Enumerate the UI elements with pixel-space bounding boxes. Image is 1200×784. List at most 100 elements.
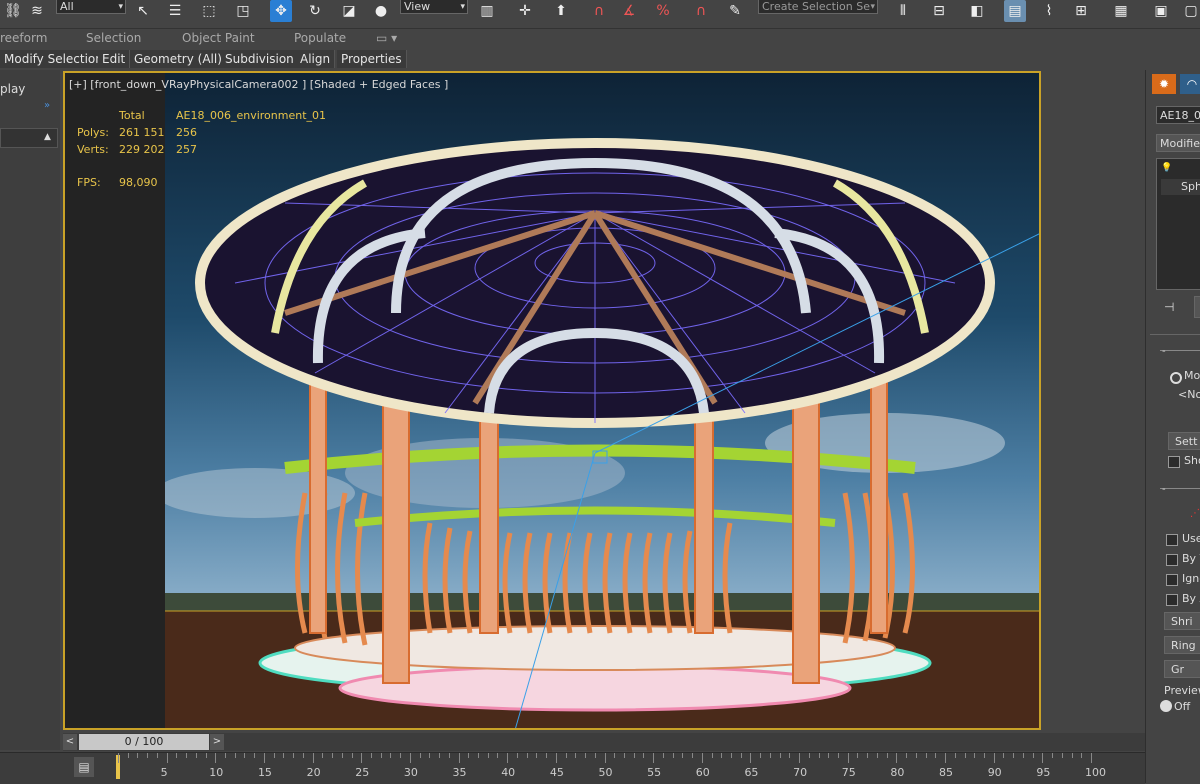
- timeline-tick: [429, 753, 431, 758]
- place-icon[interactable]: ●: [370, 0, 392, 22]
- use-checkbox[interactable]: [1166, 534, 1178, 546]
- render-setup-icon[interactable]: ▣: [1150, 0, 1172, 22]
- ring-button[interactable]: Ring: [1164, 636, 1200, 654]
- timeline-tick: [302, 753, 304, 758]
- timeline-tick: [215, 753, 217, 763]
- ignore-label: Igno: [1182, 572, 1200, 585]
- settings-button[interactable]: Sett: [1168, 432, 1200, 450]
- timeline-tick: [1071, 753, 1073, 758]
- viewport-label[interactable]: [+] [front_down_VRayPhysicalCamera002 ] …: [69, 78, 448, 91]
- subtab-modify-selection[interactable]: Modify Selection: [0, 50, 108, 68]
- snap-link-icon[interactable]: ⛓: [2, 0, 24, 22]
- select-object-icon[interactable]: ↖: [132, 0, 154, 22]
- by-vertex-checkbox[interactable]: [1166, 554, 1178, 566]
- ignore-checkbox[interactable]: [1166, 574, 1178, 586]
- create-tab-icon[interactable]: ✹: [1152, 74, 1176, 94]
- material-editor-icon[interactable]: ▦: [1110, 0, 1132, 22]
- vertex-icon[interactable]: ⋰: [1190, 508, 1200, 519]
- scroll-up-icon[interactable]: ▲: [44, 132, 51, 142]
- next-frame-icon[interactable]: >: [210, 734, 224, 750]
- subtab-edit[interactable]: Edit: [98, 50, 131, 68]
- expand-icon[interactable]: »: [44, 100, 50, 111]
- scale-icon[interactable]: ◪: [338, 0, 360, 22]
- bind-space-warp-icon[interactable]: ≋: [26, 0, 48, 22]
- scene-explorer-icon[interactable]: ▤: [1004, 0, 1026, 22]
- timeline-tick: [254, 753, 256, 758]
- timeline-tick: [721, 753, 723, 758]
- subtab-geometry-all[interactable]: Geometry (All): [130, 50, 227, 68]
- snap-icon[interactable]: ∩: [588, 0, 610, 22]
- keyboard-shortcut-icon[interactable]: ⬆: [550, 0, 572, 22]
- ribbon-tabs: reeform Selection Object Paint Populate …: [0, 29, 1200, 48]
- ribbon-options-icon[interactable]: ▭ ▾: [376, 31, 397, 45]
- collapse-icon[interactable]: -: [1162, 346, 1166, 357]
- timeline-tick: [867, 753, 869, 758]
- use-pivot-icon[interactable]: ▥: [476, 0, 498, 22]
- angle-snap-icon[interactable]: ∡: [618, 0, 640, 22]
- object-name-field[interactable]: AE18_00: [1156, 106, 1200, 124]
- timeline-tick: [604, 753, 606, 763]
- radio-button[interactable]: [1170, 372, 1182, 384]
- collapse-icon[interactable]: -: [1162, 484, 1166, 495]
- align-icon[interactable]: ⊟: [928, 0, 950, 22]
- time-slider[interactable]: < 0 / 100 >: [63, 733, 1145, 751]
- timeline-tick-label: 80: [890, 766, 905, 779]
- prev-frame-icon[interactable]: <: [63, 734, 77, 750]
- move-icon[interactable]: ✥: [270, 0, 292, 22]
- rotate-icon[interactable]: ↻: [304, 0, 326, 22]
- curve-editor-icon[interactable]: ⌇: [1038, 0, 1060, 22]
- named-selection-dropdown[interactable]: Create Selection Se ▾: [758, 0, 878, 14]
- timeline-tick: [555, 753, 557, 763]
- grow-button[interactable]: Gr: [1164, 660, 1200, 678]
- schematic-icon[interactable]: ⊞: [1070, 0, 1092, 22]
- select-by-name-icon[interactable]: ☰: [164, 0, 186, 22]
- lightbulb-icon[interactable]: 💡: [1161, 163, 1172, 173]
- mirror-icon[interactable]: ⫴: [892, 0, 914, 22]
- percent-snap-icon[interactable]: %: [652, 0, 674, 22]
- render-frame-icon[interactable]: ▢: [1180, 0, 1200, 22]
- timeline-tick: [614, 753, 616, 758]
- selection-filter-dropdown[interactable]: All ▾: [56, 0, 126, 14]
- column: [479, 402, 499, 634]
- ref-coord-dropdown[interactable]: View ▾: [400, 0, 468, 14]
- polys-label: Polys:: [77, 126, 109, 139]
- subtab-align[interactable]: Align: [296, 50, 336, 68]
- by-angle-checkbox[interactable]: [1166, 594, 1178, 606]
- frame-indicator[interactable]: 0 / 100: [79, 734, 209, 750]
- stats-header-object: AE18_006_environment_01: [176, 109, 327, 122]
- timeline-tick-label: 25: [355, 766, 370, 779]
- show-end-result-icon[interactable]: [1194, 296, 1200, 318]
- selection-rollout-header[interactable]: [1160, 488, 1200, 503]
- window-crossing-icon[interactable]: ◳: [232, 0, 254, 22]
- layer-icon[interactable]: ◧: [966, 0, 988, 22]
- timeline-tick: [682, 753, 684, 758]
- spinner-snap-icon[interactable]: ∩: [690, 0, 712, 22]
- pin-stack-icon[interactable]: ⊣: [1164, 300, 1174, 314]
- shrink-button[interactable]: Shri: [1164, 612, 1200, 630]
- timeline-tick: [536, 753, 538, 758]
- params-rollout-header[interactable]: [1160, 350, 1200, 365]
- show-checkbox[interactable]: [1168, 456, 1180, 468]
- modify-tab-icon[interactable]: ◠: [1180, 74, 1200, 94]
- timeline-tick: [516, 753, 518, 758]
- modifier-stack[interactable]: 💡 Sph: [1156, 158, 1200, 290]
- rect-selection-icon[interactable]: ⬚: [198, 0, 220, 22]
- timeline-tick: [701, 753, 703, 763]
- subtab-properties[interactable]: Properties: [337, 50, 407, 68]
- tab-freeform[interactable]: reeform: [0, 31, 47, 45]
- tab-selection[interactable]: Selection: [86, 31, 141, 45]
- timeline-tick: [643, 753, 645, 758]
- tab-object-paint[interactable]: Object Paint: [182, 31, 255, 45]
- subtab-subdivision[interactable]: Subdivision: [221, 50, 299, 68]
- show-label: Sho: [1184, 454, 1200, 467]
- timeline-tick: [1003, 753, 1005, 758]
- select-manipulate-icon[interactable]: ✛: [514, 0, 536, 22]
- timeline-tick: [711, 753, 713, 758]
- tab-populate[interactable]: Populate: [294, 31, 346, 45]
- edit-named-sel-icon[interactable]: ✎: [724, 0, 746, 22]
- track-bar[interactable]: ▤ 5 10 15 20 25 30 35 40 45 50 55 60 65 70 75 80 85 90 95 1…: [0, 752, 1145, 784]
- preview-off-radio[interactable]: [1160, 700, 1172, 712]
- modifier-list-dropdown[interactable]: Modifier: [1156, 134, 1200, 152]
- mini-curve-editor-icon[interactable]: ▤: [74, 757, 94, 777]
- viewport[interactable]: [+] [front_down_VRayPhysicalCamera002 ] …: [63, 71, 1041, 730]
